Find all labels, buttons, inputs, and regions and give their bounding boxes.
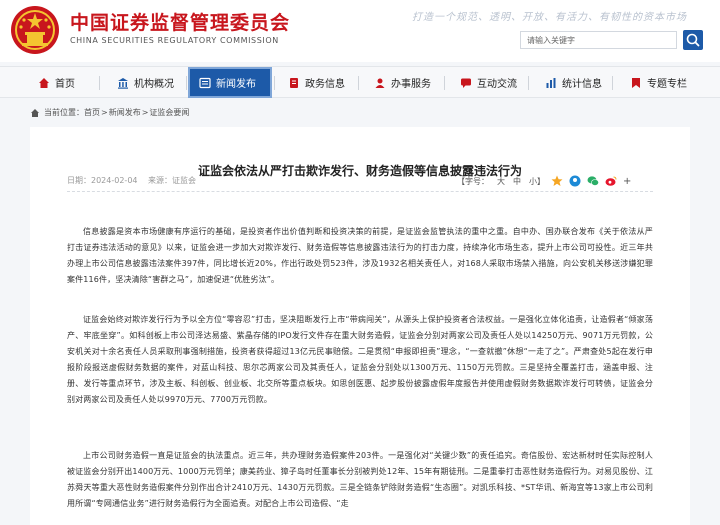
document-icon xyxy=(290,77,298,88)
nav-label: 统计信息 xyxy=(562,79,602,90)
nav-divider xyxy=(444,76,445,90)
nav-divider xyxy=(99,76,100,90)
service-icon xyxy=(375,78,385,88)
breadcrumb-item-news[interactable]: 新闻发布 xyxy=(109,107,141,118)
home-icon xyxy=(39,77,49,88)
nav-item-statistics[interactable]: 统计信息 xyxy=(545,67,602,98)
site-header: 中国证券监督管理委员会 CHINA SECURITIES REGULATORY … xyxy=(0,0,720,62)
article-paragraph: 证监会始终对欺诈发行行为予以全方位“零容忍”打击，坚决阻断发行上市“带病闯关”，… xyxy=(67,315,653,404)
nav-label: 政务信息 xyxy=(305,79,345,90)
article-date: 2024-02-04 xyxy=(91,176,138,185)
nav-label: 新闻发布 xyxy=(216,79,256,90)
breadcrumb: 当前位置： 首页 > 新闻发布 > 证监会要闻 xyxy=(30,107,189,118)
nav-label: 首页 xyxy=(55,79,75,90)
chart-icon xyxy=(546,77,556,88)
nav-item-institution[interactable]: 机构概况 xyxy=(117,67,174,98)
font-size-label: 【字号： xyxy=(457,176,489,186)
article-paragraph: 上市公司财务造假一直是证监会的执法重点。近三年，共办理财务造假案件203件。一是… xyxy=(67,451,653,508)
breadcrumb-prefix: 当前位置： xyxy=(44,108,84,117)
share-more-button[interactable]: + xyxy=(623,176,631,187)
nav-label: 机构概况 xyxy=(134,79,174,90)
chat-icon xyxy=(461,78,471,88)
building-icon xyxy=(118,77,128,89)
share-weibo-icon[interactable] xyxy=(605,175,617,187)
font-size-large-button[interactable]: 大 xyxy=(497,176,505,187)
article-paragraph: 信息披露是资本市场健康有序运行的基础，是投资者作出价值判断和投资决策的前提，是证… xyxy=(67,227,653,284)
breadcrumb-item-home[interactable]: 首页 xyxy=(84,107,100,118)
nav-item-topics[interactable]: 专题专栏 xyxy=(630,67,687,98)
nav-item-news[interactable]: 新闻发布 xyxy=(188,67,272,98)
date-field: 日期：2024-02-04 xyxy=(67,176,138,185)
breadcrumb-item-csrc-news[interactable]: 证监会要闻 xyxy=(149,107,189,118)
source-field: 来源：证监会 xyxy=(148,176,196,185)
date-label: 日期： xyxy=(67,176,91,185)
article-meta: 日期：2024-02-04 来源：证监会 xyxy=(67,175,204,186)
nav-label: 办事服务 xyxy=(391,79,431,90)
slogan: 打造一个规范、透明、开放、有活力、有韧性的资本市场 xyxy=(412,12,687,23)
font-size-close: 】 xyxy=(537,176,545,186)
breadcrumb-separator: > xyxy=(101,108,108,117)
news-icon xyxy=(199,77,211,88)
topic-icon xyxy=(632,77,640,88)
nav-item-government-info[interactable]: 政务信息 xyxy=(288,67,345,98)
nav-label: 互动交流 xyxy=(477,79,517,90)
nav-divider xyxy=(186,76,187,90)
nav-divider xyxy=(274,76,275,90)
meta-divider xyxy=(67,191,653,192)
share-tencent-weibo-icon[interactable] xyxy=(569,175,581,187)
location-icon xyxy=(31,108,39,117)
nav-label: 专题专栏 xyxy=(647,79,687,90)
org-name-cn[interactable]: 中国证券监督管理委员会 xyxy=(70,8,290,35)
nav-divider xyxy=(612,76,613,90)
search-button[interactable] xyxy=(683,30,703,50)
breadcrumb-separator: > xyxy=(141,108,149,117)
search-input[interactable] xyxy=(520,31,677,49)
nav-item-interaction[interactable]: 互动交流 xyxy=(460,67,517,98)
nav-item-home[interactable]: 首页 xyxy=(38,67,75,98)
article-source: 证监会 xyxy=(172,176,197,185)
font-size-medium-button[interactable]: 中 xyxy=(513,176,521,187)
nav-divider xyxy=(528,76,529,90)
main-nav: 首页 机构概况 新闻发布 政务信息 办事服务 互动交流 统计信息 专题专栏 xyxy=(0,66,720,98)
org-name-en: CHINA SECURITIES REGULATORY COMMISSION xyxy=(70,36,279,45)
nav-divider xyxy=(358,76,359,90)
search-icon xyxy=(686,33,700,47)
nav-item-services[interactable]: 办事服务 xyxy=(374,67,431,98)
font-size-small-button[interactable]: 小 xyxy=(529,176,537,187)
share-wechat-icon[interactable] xyxy=(587,175,599,187)
share-qzone-icon[interactable] xyxy=(551,175,563,187)
source-label: 来源： xyxy=(148,176,173,185)
national-emblem-icon[interactable] xyxy=(10,5,60,55)
article-tools: 【字号： 大 中 小 】 + xyxy=(457,175,631,187)
